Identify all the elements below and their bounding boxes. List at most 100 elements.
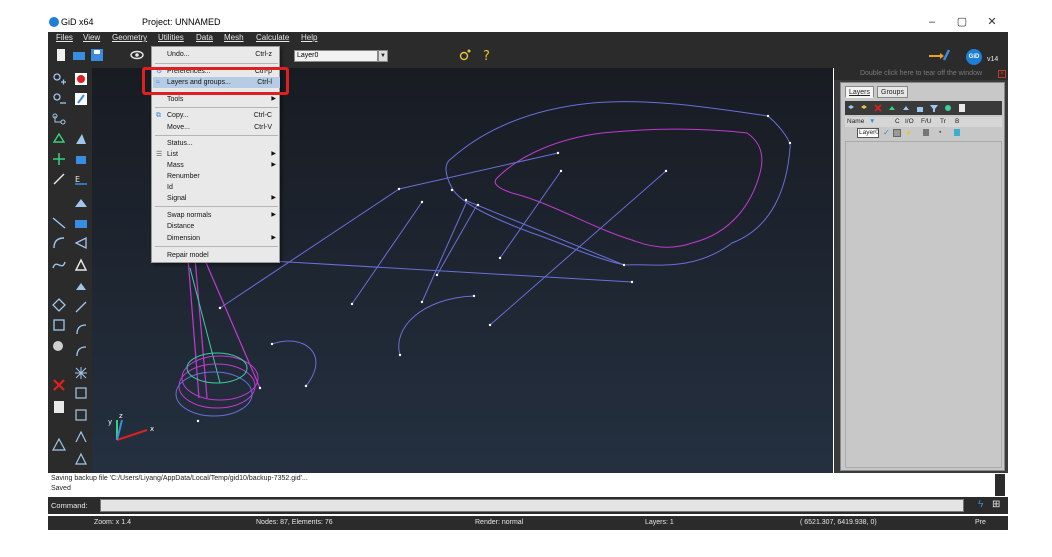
col-name[interactable]: Name [847, 118, 864, 125]
lock-icon[interactable] [916, 104, 924, 112]
col-fu[interactable]: F/U [921, 118, 931, 125]
restore-button[interactable]: ▢ [952, 14, 972, 30]
menu-mesh[interactable]: Mesh [224, 33, 244, 42]
pencil-line-icon[interactable] [52, 172, 66, 186]
arc-icon[interactable] [52, 236, 66, 250]
layer-up-icon[interactable] [888, 104, 896, 112]
menu-item-status[interactable]: Status... [153, 138, 280, 149]
col-tr[interactable]: Tr [940, 118, 946, 125]
message-scrollbar[interactable] [995, 474, 1005, 496]
arrow-pencil-icon[interactable] [928, 48, 950, 62]
lightbulb-icon[interactable]: ● [906, 128, 911, 137]
tab-layers[interactable]: Layers [845, 86, 875, 98]
filter-icon[interactable] [930, 104, 938, 112]
cube-outline-icon[interactable] [52, 318, 66, 332]
freeze-icon[interactable] [923, 129, 929, 136]
tree-icon[interactable] [944, 104, 952, 112]
pyramid-icon[interactable] [74, 452, 88, 466]
edit-text-icon[interactable]: E [74, 172, 88, 186]
curve-icon[interactable] [74, 322, 88, 336]
layer-edit-icon[interactable] [902, 104, 910, 112]
triangle-edge-icon[interactable] [74, 236, 88, 250]
back-icon[interactable] [954, 129, 960, 136]
col-io[interactable]: I/O [905, 118, 914, 125]
open-folder-icon[interactable] [72, 48, 86, 62]
surface-icon[interactable] [74, 132, 88, 146]
menu-item-tools[interactable]: Tools ▶ [153, 94, 280, 105]
view-eye-icon[interactable] [130, 48, 144, 62]
new-child-layer-icon[interactable] [860, 104, 868, 112]
menu-item-list[interactable]: ☰ List ▶ [153, 149, 280, 160]
diamond-icon[interactable] [52, 298, 66, 312]
spline-icon[interactable] [52, 258, 66, 272]
create-point-icon[interactable] [52, 72, 66, 86]
layer-name[interactable]: Layer0 [857, 128, 879, 138]
diagonal-line-icon[interactable] [52, 216, 66, 230]
help-question-icon[interactable]: ? [480, 48, 494, 62]
grid-toggle-icon[interactable]: ⊞ [992, 499, 1000, 510]
sphere-icon[interactable] [52, 340, 66, 354]
menu-item-repair-model[interactable]: Repair model [153, 250, 280, 261]
delete-x-icon[interactable] [52, 378, 66, 392]
col-c[interactable]: C [895, 118, 900, 125]
minimize-button[interactable]: – [922, 14, 942, 30]
menu-item-mass[interactable]: Mass ▶ [153, 160, 280, 171]
layer-select[interactable]: Layer0 [294, 50, 378, 62]
document-icon[interactable] [958, 104, 966, 112]
menu-item-signal[interactable]: Signal ▶ [153, 193, 280, 204]
menu-item-renumber[interactable]: Renumber [153, 171, 280, 182]
tab-groups[interactable]: Groups [877, 86, 908, 98]
recycle-icon[interactable] [52, 132, 66, 146]
menu-item-id[interactable]: Id [153, 182, 280, 193]
new-file-icon[interactable] [54, 48, 68, 62]
star-burst-icon[interactable] [74, 366, 88, 380]
menu-item-distance[interactable]: Distance [153, 221, 280, 232]
volume-icon[interactable] [74, 152, 88, 166]
move-arrows-icon[interactable] [52, 152, 66, 166]
mesh-surface-icon[interactable] [74, 196, 88, 210]
menu-data[interactable]: Data [196, 33, 213, 42]
edit-pencil-icon[interactable] [74, 92, 88, 106]
menu-calculate[interactable]: Calculate [256, 33, 289, 42]
prism-icon[interactable] [74, 430, 88, 444]
command-input[interactable] [100, 499, 964, 512]
chevron-down-icon[interactable]: ▼ [378, 50, 388, 62]
arrow-move-icon[interactable] [74, 300, 88, 314]
menu-files[interactable]: Files [56, 33, 73, 42]
delete-point-icon[interactable] [52, 92, 66, 106]
new-layer-icon[interactable] [847, 104, 855, 112]
color-swatch[interactable] [893, 129, 901, 137]
curve-edit-icon[interactable] [74, 344, 88, 358]
close-button[interactable]: ✕ [982, 14, 1002, 30]
lightning-icon[interactable]: ϟ [978, 499, 983, 510]
menu-item-dimension[interactable]: Dimension ▶ [153, 233, 280, 244]
list-document-icon[interactable] [52, 400, 66, 414]
menu-view[interactable]: View [83, 33, 100, 42]
record-icon[interactable] [74, 72, 88, 86]
grid-icon[interactable] [74, 408, 88, 422]
close-icon[interactable]: × [998, 70, 1006, 78]
menu-geometry[interactable]: Geometry [112, 33, 147, 42]
col-b[interactable]: B [955, 118, 959, 125]
menu-item-swap-normals[interactable]: Swap normals ▶ [153, 210, 280, 221]
transparency-icon[interactable]: ▪ [939, 129, 941, 136]
save-icon[interactable] [90, 48, 104, 62]
menu-item-move[interactable]: Move... Ctrl-V [153, 122, 280, 133]
folder-icon[interactable] [74, 216, 88, 230]
triangle-icon[interactable] [74, 258, 88, 272]
mesh-edit-icon[interactable] [74, 386, 88, 400]
table-row[interactable]: Layer0 ✓ ● ▪ [845, 128, 1002, 138]
menu-utilities[interactable]: Utilities [158, 33, 184, 42]
status-render[interactable]: Render: normal [475, 516, 523, 530]
checkmark-icon[interactable]: ✓ [883, 128, 890, 137]
layer-list-area[interactable] [845, 141, 1002, 468]
delete-layer-icon[interactable] [874, 104, 882, 112]
menu-item-undo[interactable]: Undo... Ctrl-z [153, 49, 280, 60]
menu-help[interactable]: Help [301, 33, 317, 42]
tetra-icon[interactable] [52, 438, 66, 452]
menu-item-copy[interactable]: ⧉ Copy... Ctrl-C [153, 110, 280, 121]
tearoff-bar[interactable]: Double click here to tear off the window [834, 68, 1008, 80]
line-icon[interactable] [52, 112, 66, 126]
settings-dots-icon[interactable] [458, 48, 472, 62]
shape-icon[interactable] [74, 280, 88, 294]
